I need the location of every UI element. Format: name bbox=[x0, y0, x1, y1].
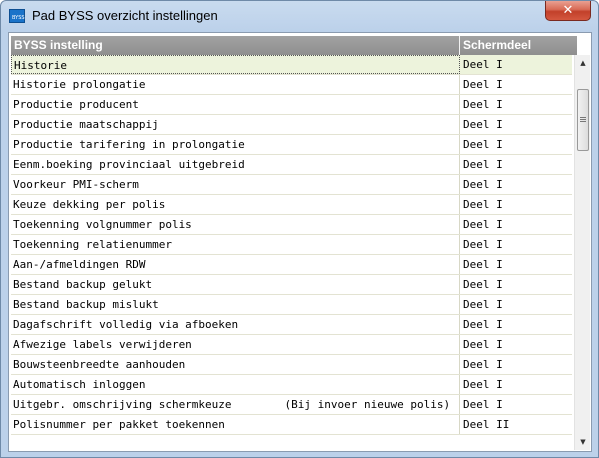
screen-part-cell[interactable]: Deel I bbox=[460, 275, 572, 294]
table-row[interactable]: Productie maatschappij Deel I bbox=[11, 115, 572, 135]
column-header-schermdeel[interactable]: Schermdeel bbox=[460, 36, 577, 55]
setting-name-cell[interactable]: Productie tarifering in prolongatie bbox=[11, 135, 460, 154]
table-row[interactable]: Dagafschrift volledig via afboeken Deel I bbox=[11, 315, 572, 335]
table-row[interactable]: Polisnummer per pakket toekennen Deel II bbox=[11, 415, 572, 435]
screen-part-cell[interactable]: Deel I bbox=[460, 155, 572, 174]
close-button[interactable]: ✕ bbox=[545, 1, 591, 21]
screen-part-cell[interactable]: Deel I bbox=[460, 395, 572, 414]
setting-name-cell[interactable]: Dagafschrift volledig via afboeken bbox=[11, 315, 460, 334]
screen-part-cell[interactable]: Deel I bbox=[460, 195, 572, 214]
table-row[interactable]: Eenm.boeking provinciaal uitgebreid Deel … bbox=[11, 155, 572, 175]
window-title: Pad BYSS overzicht instellingen bbox=[32, 8, 218, 23]
table-row[interactable]: Bestand backup gelukt Deel I bbox=[11, 275, 572, 295]
setting-name-cell[interactable]: Eenm.boeking provinciaal uitgebreid bbox=[11, 155, 460, 174]
setting-name-cell[interactable]: Productie maatschappij bbox=[11, 115, 460, 134]
setting-name-cell[interactable]: Toekenning relatienummer bbox=[11, 235, 460, 254]
table-row[interactable]: Afwezige labels verwijderen Deel I bbox=[11, 335, 572, 355]
setting-name-cell[interactable]: Historie bbox=[11, 55, 460, 74]
setting-name-cell[interactable]: Toekenning volgnummer polis bbox=[11, 215, 460, 234]
app-icon: BYSS bbox=[9, 9, 25, 23]
screen-part-cell[interactable]: Deel I bbox=[460, 135, 572, 154]
table-header: BYSS instelling Schermdeel bbox=[11, 36, 577, 55]
screen-part-cell[interactable]: Deel II bbox=[460, 415, 572, 434]
title-bar[interactable]: BYSS Pad BYSS overzicht instellingen ✕ bbox=[1, 1, 598, 31]
screen-part-cell[interactable]: Deel I bbox=[460, 95, 572, 114]
settings-grid: BYSS instelling Schermdeel Historie Deel … bbox=[8, 32, 592, 452]
setting-name-cell[interactable]: Uitgebr. omschrijving schermkeuze (Bij i… bbox=[11, 395, 460, 414]
screen-part-cell[interactable]: Deel I bbox=[460, 115, 572, 134]
table-row[interactable]: Aan-/afmeldingen RDW Deel I bbox=[11, 255, 572, 275]
table-row[interactable]: Productie tarifering in prolongatie Deel … bbox=[11, 135, 572, 155]
screen-part-cell[interactable]: Deel I bbox=[460, 55, 572, 74]
scroll-up-arrow-icon[interactable]: ▲ bbox=[575, 55, 591, 71]
screen-part-cell[interactable]: Deel I bbox=[460, 255, 572, 274]
table-row[interactable]: Keuze dekking per polis Deel I bbox=[11, 195, 572, 215]
screen-part-cell[interactable]: Deel I bbox=[460, 315, 572, 334]
scroll-thumb[interactable] bbox=[577, 89, 589, 151]
setting-name-cell[interactable]: Productie producent bbox=[11, 95, 460, 114]
table-body: Historie Deel I Historie prolongatie Deel I… bbox=[11, 55, 572, 435]
table-row[interactable]: Historie prolongatie Deel I bbox=[11, 75, 572, 95]
setting-name-cell[interactable]: Bestand backup gelukt bbox=[11, 275, 460, 294]
setting-name-cell[interactable]: Bestand backup mislukt bbox=[11, 295, 460, 314]
screen-part-cell[interactable]: Deel I bbox=[460, 175, 572, 194]
screen-part-cell[interactable]: Deel I bbox=[460, 375, 572, 394]
screen-part-cell[interactable]: Deel I bbox=[460, 355, 572, 374]
setting-name-cell[interactable]: Keuze dekking per polis bbox=[11, 195, 460, 214]
screen-part-cell[interactable]: Deel I bbox=[460, 295, 572, 314]
setting-name-cell[interactable]: Afwezige labels verwijderen bbox=[11, 335, 460, 354]
setting-name-cell[interactable]: Polisnummer per pakket toekennen bbox=[11, 415, 460, 434]
screen-part-cell[interactable]: Deel I bbox=[460, 235, 572, 254]
setting-name-cell[interactable]: Aan-/afmeldingen RDW bbox=[11, 255, 460, 274]
screen-part-cell[interactable]: Deel I bbox=[460, 215, 572, 234]
screen-part-cell[interactable]: Deel I bbox=[460, 335, 572, 354]
vertical-scrollbar[interactable]: ▲ ▼ bbox=[574, 55, 590, 450]
setting-name-cell[interactable]: Automatisch inloggen bbox=[11, 375, 460, 394]
app-icon-text: BYSS bbox=[12, 15, 25, 21]
table-row[interactable]: Toekenning relatienummer Deel I bbox=[11, 235, 572, 255]
table-row[interactable]: Productie producent Deel I bbox=[11, 95, 572, 115]
scroll-down-arrow-icon[interactable]: ▼ bbox=[575, 434, 591, 450]
setting-name-cell[interactable]: Voorkeur PMI-scherm bbox=[11, 175, 460, 194]
table-row[interactable]: Toekenning volgnummer polis Deel I bbox=[11, 215, 572, 235]
table-row[interactable]: Bestand backup mislukt Deel I bbox=[11, 295, 572, 315]
setting-name-cell[interactable]: Historie prolongatie bbox=[11, 75, 460, 94]
table-row[interactable]: Uitgebr. omschrijving schermkeuze (Bij i… bbox=[11, 395, 572, 415]
table-row[interactable]: Voorkeur PMI-scherm Deel I bbox=[11, 175, 572, 195]
column-header-byss-instelling[interactable]: BYSS instelling bbox=[11, 36, 460, 55]
settings-overview-window: BYSS Pad BYSS overzicht instellingen ✕ B… bbox=[0, 0, 599, 458]
screen-part-cell[interactable]: Deel I bbox=[460, 75, 572, 94]
setting-name-cell[interactable]: Bouwsteenbreedte aanhouden bbox=[11, 355, 460, 374]
table-row[interactable]: Automatisch inloggen Deel I bbox=[11, 375, 572, 395]
table-row[interactable]: Bouwsteenbreedte aanhouden Deel I bbox=[11, 355, 572, 375]
table-row[interactable]: Historie Deel I bbox=[11, 55, 572, 75]
